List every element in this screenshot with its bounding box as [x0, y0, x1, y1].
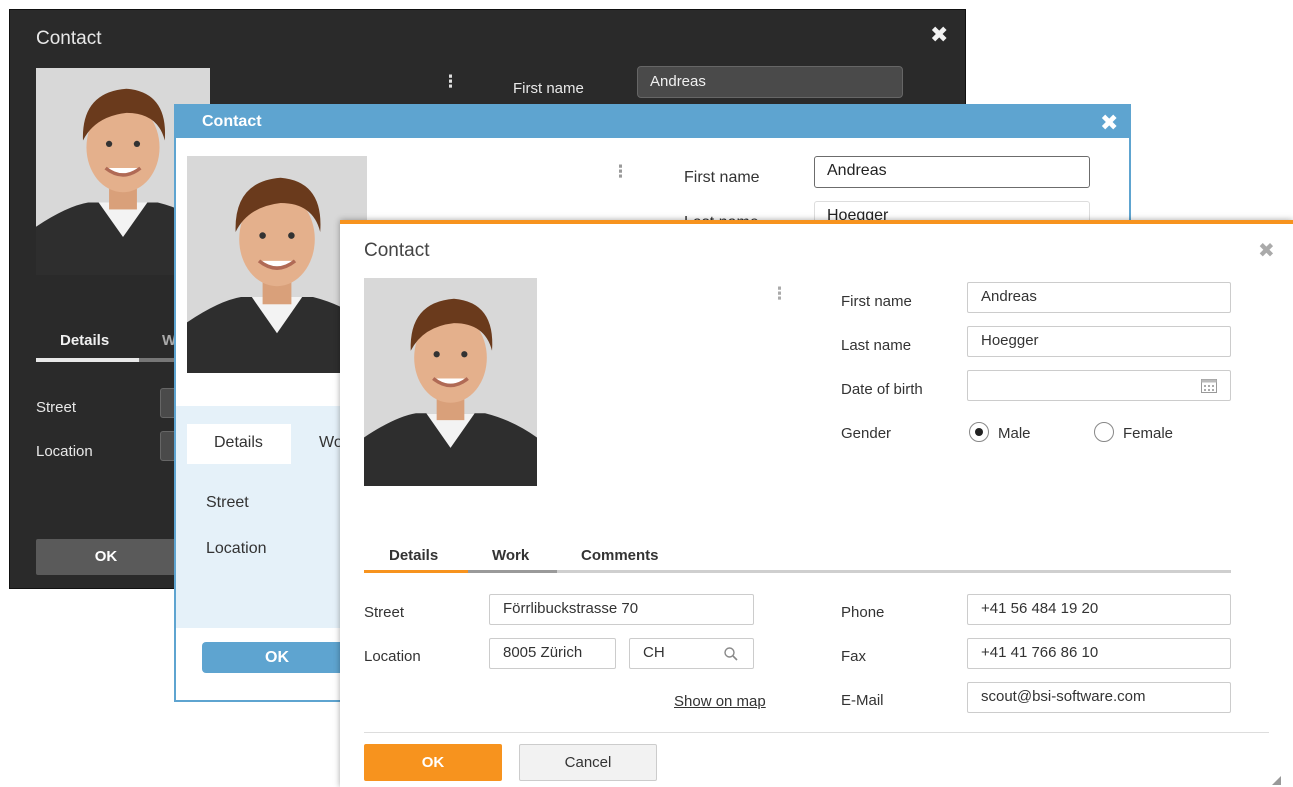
- ok-button[interactable]: OK: [364, 744, 502, 781]
- date-of-birth-field[interactable]: [967, 370, 1231, 401]
- location-label: Location: [36, 443, 93, 460]
- phone-field[interactable]: +41 56 484 19 20: [967, 594, 1231, 625]
- zip-city-field[interactable]: 8005 Zürich: [489, 638, 616, 669]
- search-icon[interactable]: [723, 646, 739, 662]
- dialog-title: Contact: [202, 113, 262, 130]
- button-bar-divider: [364, 732, 1269, 733]
- email-label: E-Mail: [841, 692, 884, 709]
- ok-button[interactable]: OK: [202, 642, 352, 673]
- first-name-field[interactable]: Andreas: [814, 156, 1090, 188]
- first-name-label: First name: [684, 169, 760, 186]
- first-name-field[interactable]: Andreas: [637, 66, 903, 98]
- last-name-label: Last name: [841, 337, 912, 354]
- phone-label: Phone: [841, 604, 885, 621]
- close-icon[interactable]: ✖: [1258, 238, 1275, 263]
- contact-photo: [364, 278, 537, 486]
- fax-field[interactable]: +41 41 766 86 10: [967, 638, 1231, 669]
- street-label: Street: [206, 494, 249, 511]
- first-name-label: First name: [513, 80, 584, 97]
- gender-male-label[interactable]: Male: [998, 425, 1031, 442]
- street-field[interactable]: Förrlibuckstrasse 70: [489, 594, 754, 625]
- portrait-image: [364, 278, 537, 486]
- ok-button[interactable]: OK: [36, 539, 176, 575]
- more-options-icon[interactable]: ⋮: [442, 72, 459, 92]
- first-name-field[interactable]: Andreas: [967, 282, 1231, 313]
- fax-label: Fax: [841, 648, 867, 665]
- cancel-button[interactable]: Cancel: [519, 744, 657, 781]
- location-label: Location: [206, 540, 267, 557]
- gender-female-label[interactable]: Female: [1123, 425, 1173, 442]
- show-on-map-link[interactable]: Show on map: [674, 693, 766, 710]
- tab-details[interactable]: Details: [60, 332, 109, 349]
- tab-work[interactable]: Work: [492, 547, 529, 564]
- tab-hover-indicator: [468, 570, 557, 573]
- close-icon[interactable]: ✖: [930, 22, 948, 48]
- more-options-icon[interactable]: ⋮: [771, 284, 788, 304]
- last-name-field[interactable]: Hoegger: [967, 326, 1231, 357]
- tab-details[interactable]: Details: [389, 547, 438, 564]
- dialog-titlebar: [176, 104, 1131, 138]
- close-icon[interactable]: ✖: [1100, 110, 1118, 136]
- first-name-label: First name: [841, 293, 912, 310]
- street-label: Street: [364, 604, 405, 621]
- location-label: Location: [364, 648, 421, 665]
- gender-label: Gender: [841, 425, 892, 442]
- more-options-icon[interactable]: ⋮: [612, 162, 629, 182]
- email-field[interactable]: scout@bsi-software.com: [967, 682, 1231, 713]
- dialog-title: Contact: [364, 240, 430, 261]
- contact-dialog: Contact ✖ ⋮ First name Andreas Last name…: [340, 220, 1293, 787]
- street-label: Street: [36, 399, 77, 416]
- tab-active-indicator: [36, 358, 139, 362]
- tab-comments[interactable]: Comments: [581, 547, 659, 564]
- dialog-title: Contact: [36, 28, 102, 49]
- radio-selected-dot: [975, 428, 983, 436]
- calendar-icon[interactable]: [1201, 379, 1217, 393]
- resize-grip-icon[interactable]: [1272, 776, 1281, 785]
- tab-details[interactable]: Details: [214, 434, 263, 452]
- date-of-birth-label: Date of birth: [841, 381, 923, 398]
- gender-female-radio[interactable]: [1094, 422, 1114, 442]
- tab-active-indicator: [364, 570, 468, 573]
- gender-male-radio[interactable]: [969, 422, 989, 442]
